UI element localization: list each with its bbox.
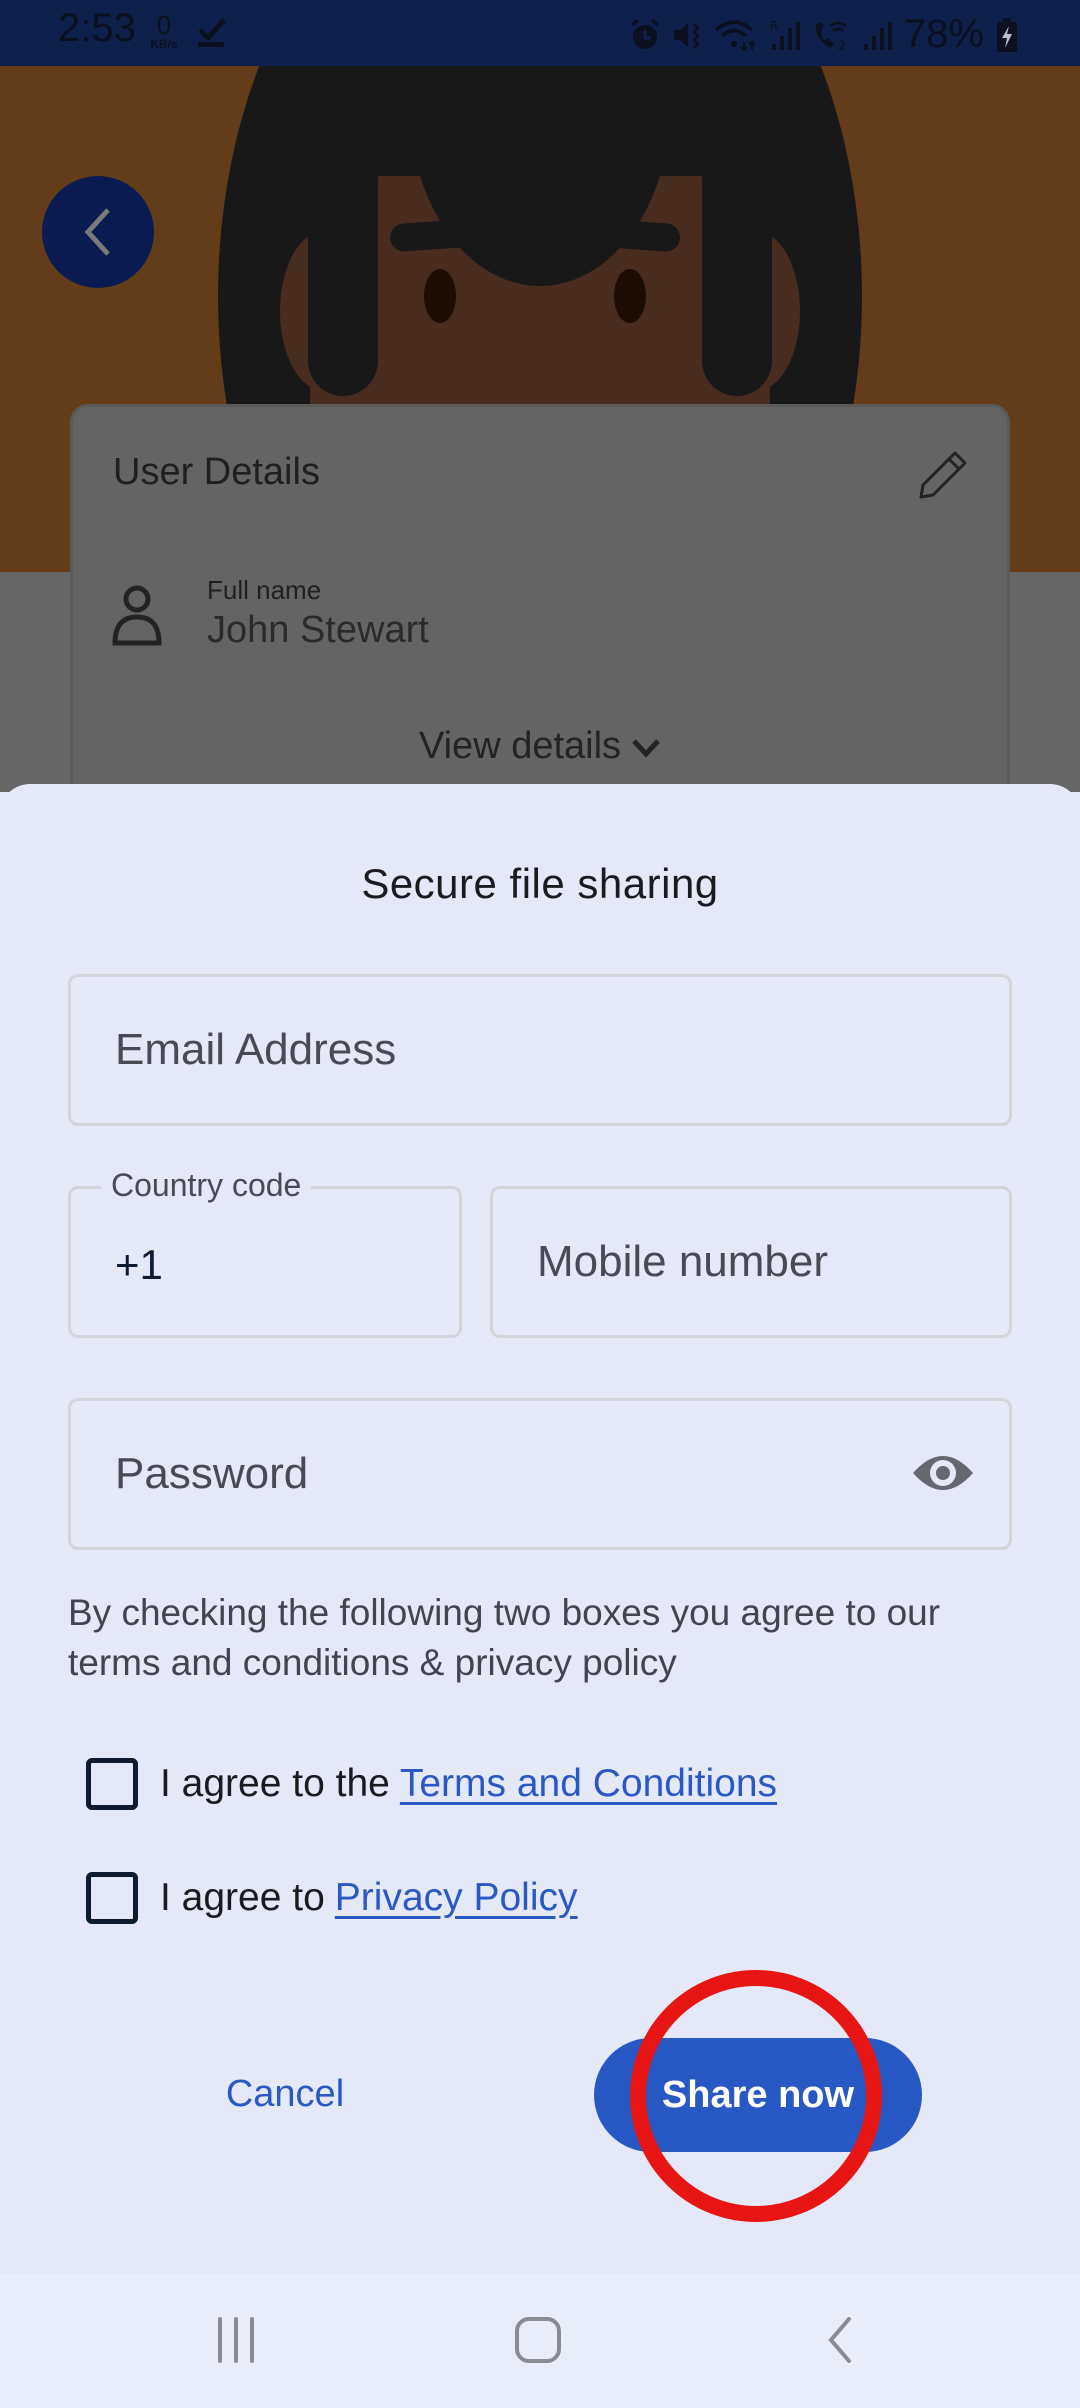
full-name-value: John Stewart: [207, 609, 429, 651]
password-placeholder: Password: [115, 1449, 309, 1498]
chevron-left-icon: [84, 208, 110, 256]
screen: 2:53 0 KB/s R 2 78% User Details Full na…: [0, 0, 1080, 2408]
full-name-label: Full name: [207, 575, 322, 605]
net-speed-unit: KB/s: [150, 37, 178, 51]
share-now-button[interactable]: Share now: [594, 2038, 922, 2152]
cancel-button[interactable]: Cancel: [200, 2054, 370, 2134]
view-details-label: View details: [418, 725, 622, 767]
password-field[interactable]: Password: [68, 1398, 1012, 1550]
status-icons: R 2 78%: [630, 12, 1018, 57]
status-time: 2:53: [58, 6, 136, 50]
country-code-field[interactable]: Country code +1: [68, 1167, 462, 1338]
card-title: User Details: [113, 451, 320, 493]
view-details-button[interactable]: View details: [73, 725, 1007, 768]
signal-icon: [863, 21, 892, 50]
email-field[interactable]: Email Address: [68, 974, 1012, 1126]
svg-text:2: 2: [838, 39, 846, 52]
status-bar: 2:53 0 KB/s R 2 78%: [0, 0, 1080, 66]
mobile-placeholder: Mobile number: [537, 1237, 829, 1286]
privacy-checkbox-row: I agree to Privacy Policy: [86, 1872, 578, 1924]
system-nav-bar: [0, 2274, 1080, 2408]
terms-checkbox-row: I agree to the Terms and Conditions: [86, 1758, 777, 1810]
privacy-checkbox[interactable]: [86, 1872, 138, 1924]
mobile-number-field[interactable]: Mobile number: [490, 1186, 1012, 1338]
mute-vibrate-icon: [673, 22, 700, 49]
home-button[interactable]: [498, 2310, 578, 2370]
recents-button[interactable]: [196, 2310, 276, 2370]
privacy-link[interactable]: Privacy Policy: [335, 1876, 578, 1920]
wifi-icon: [714, 19, 756, 51]
sheet-title: Secure file sharing: [361, 860, 719, 907]
country-code-value: +1: [115, 1241, 163, 1288]
terms-prefix: I agree to the: [160, 1762, 390, 1805]
terms-link[interactable]: Terms and Conditions: [400, 1762, 777, 1806]
terms-checkbox[interactable]: [86, 1758, 138, 1810]
battery-percent: 78%: [903, 12, 984, 56]
home-icon: [515, 2317, 561, 2363]
net-speed: 0 KB/s: [146, 12, 182, 50]
consent-text: By checking the following two boxes you …: [68, 1592, 941, 1683]
back-icon: [828, 2317, 851, 2363]
back-nav-button[interactable]: [800, 2310, 880, 2370]
email-placeholder: Email Address: [115, 1025, 397, 1074]
chevron-down-icon: [632, 739, 660, 758]
svg-text:R: R: [770, 19, 778, 33]
net-speed-value: 0: [156, 10, 172, 40]
back-button[interactable]: [42, 176, 154, 288]
signal-roaming-icon: R: [770, 19, 800, 50]
alarm-icon: [630, 18, 659, 49]
wifi-calling-icon: 2: [815, 21, 847, 52]
eye-icon[interactable]: [911, 1445, 975, 1501]
pencil-icon[interactable]: [915, 447, 971, 503]
download-done-icon: [198, 18, 226, 47]
privacy-prefix: I agree to: [160, 1876, 325, 1919]
battery-charging-icon: [997, 17, 1017, 52]
recents-icon: [218, 2317, 254, 2363]
country-code-label: Country code: [101, 1167, 312, 1204]
user-details-card: User Details Full name John Stewart View…: [70, 404, 1010, 824]
secure-share-sheet: Secure file sharing Email Address Countr…: [0, 784, 1080, 2274]
person-icon: [112, 585, 162, 646]
